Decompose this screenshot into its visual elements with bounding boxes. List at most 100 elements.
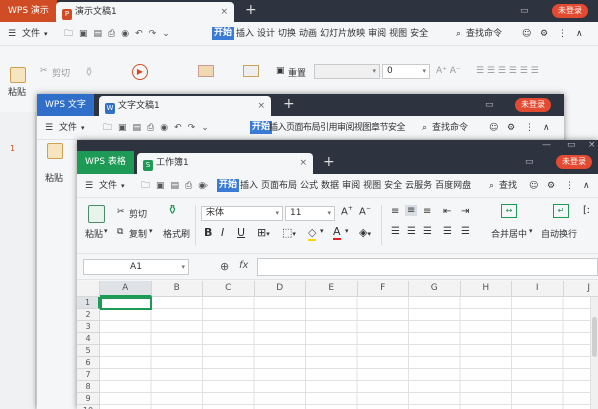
tab-cloud-service[interactable]: 云服务 — [405, 181, 432, 191]
border-icon[interactable]: ⊞▾ — [257, 226, 270, 239]
chevron-down-icon[interactable]: ▾ — [104, 227, 108, 235]
cell-area[interactable] — [100, 297, 590, 409]
tab-home[interactable]: 开始 — [212, 27, 235, 40]
tab-animation[interactable]: 动画 — [299, 29, 317, 39]
gear-icon[interactable]: ⚙ — [540, 22, 548, 46]
redo-icon[interactable]: ↷ — [188, 116, 196, 140]
column-header-j[interactable]: J — [563, 281, 598, 297]
font-grow-icon[interactable]: A+ — [341, 205, 353, 217]
font-size-combo[interactable]: 11 ▾ — [285, 206, 335, 221]
list-icon[interactable]: ☰ ☰ ☰ ☰ ☰ ☰ — [476, 66, 539, 76]
indent-increase-icon[interactable]: ⇥ — [461, 206, 469, 217]
minimize-icon[interactable]: — — [542, 140, 551, 156]
tab-data[interactable]: 数据 — [321, 181, 339, 191]
fill-pattern-icon[interactable]: ⬚▾ — [282, 226, 296, 239]
column-header-b[interactable]: B — [151, 281, 203, 297]
column-header-a[interactable]: A — [100, 281, 152, 297]
help-icon[interactable]: ☺ — [489, 116, 498, 140]
tab-view[interactable]: 视图 — [363, 181, 381, 191]
align-center-icon[interactable]: ☰ — [407, 226, 416, 237]
column-header-g[interactable]: G — [409, 281, 461, 297]
print-icon[interactable]: ⎙ — [147, 116, 154, 140]
menu-icon[interactable]: ☰ — [45, 116, 53, 140]
underline-button[interactable]: U — [237, 226, 245, 239]
align-right-icon[interactable]: ☰ — [423, 226, 432, 237]
tab-transition[interactable]: 切换 — [278, 29, 296, 39]
new-tab-icon[interactable]: + — [283, 94, 295, 116]
align-middle-icon[interactable]: ≡ — [405, 205, 418, 216]
play-icon[interactable]: ▶ — [132, 64, 148, 80]
bold-button[interactable]: B — [204, 226, 212, 239]
search-command[interactable]: 查找命令 — [432, 116, 468, 140]
preview-icon[interactable]: ◉ — [160, 116, 168, 140]
spreadsheet-app-tab[interactable]: WPS 表格 — [77, 151, 134, 174]
undo-icon[interactable]: ↶ — [174, 116, 182, 140]
font-grow-icon[interactable]: A⁺ A⁻ — [436, 66, 461, 76]
tab-formula[interactable]: 公式 — [300, 181, 318, 191]
search-icon[interactable]: ⌕ — [456, 22, 461, 46]
login-button[interactable]: 未登录 — [552, 4, 588, 18]
row-header-5[interactable]: 5 — [77, 345, 100, 357]
column-header-f[interactable]: F — [357, 281, 409, 297]
tab-baidu-netdisk[interactable]: 百度网盘 — [435, 181, 471, 191]
selected-cell-a1[interactable] — [100, 297, 152, 310]
row-header-1[interactable]: 1 — [77, 297, 100, 309]
merge-center-button[interactable]: 合并居中 — [491, 227, 527, 240]
paste-icon[interactable] — [10, 67, 26, 83]
scroll-thumb[interactable] — [592, 317, 597, 357]
paste-label[interactable]: 粘贴 — [8, 85, 26, 98]
close-icon[interactable]: × — [220, 2, 228, 22]
save-icon[interactable]: ▣ — [156, 174, 165, 198]
preview-icon[interactable]: ◉ — [121, 22, 129, 46]
row-header-6[interactable]: 6 — [77, 357, 100, 369]
row-header-8[interactable]: 8 — [77, 381, 100, 393]
open-icon[interactable]: 🗀 — [141, 174, 150, 198]
column-header-e[interactable]: E — [306, 281, 358, 297]
search-command[interactable]: 查找命令 — [466, 22, 502, 46]
italic-button[interactable]: I — [221, 226, 224, 239]
gear-icon[interactable]: ⚙ — [547, 174, 555, 198]
file-menu[interactable]: 文件 — [59, 116, 77, 140]
new-tab-icon[interactable]: + — [245, 0, 257, 22]
align-top-icon[interactable]: ≡ — [391, 206, 399, 217]
eraser-icon[interactable]: ◈▾ — [359, 226, 371, 239]
distributed-icon[interactable]: ☰ — [461, 226, 470, 237]
gear-icon[interactable]: ⚙ — [507, 116, 515, 140]
print-icon[interactable]: ⎙ — [108, 22, 115, 46]
format-painter-icon[interactable]: ⚱ — [84, 65, 94, 79]
collapse-icon[interactable]: ∧ — [583, 174, 590, 198]
formula-input[interactable] — [257, 258, 598, 276]
undo-icon[interactable]: ↶ — [135, 22, 143, 46]
align-bottom-icon[interactable]: ≡ — [423, 206, 431, 217]
tab-security[interactable]: 安全 — [410, 29, 428, 39]
reset-icon[interactable]: ▣ — [276, 66, 285, 76]
font-name-combo[interactable]: 宋体 ▾ — [201, 206, 283, 221]
tab-insert[interactable]: 插入 — [236, 29, 254, 39]
restore-icon[interactable]: ▭ — [485, 94, 494, 116]
tab-slideshow[interactable]: 幻灯片放映 — [320, 29, 365, 39]
login-button[interactable]: 未登录 — [556, 155, 592, 169]
copy-button[interactable]: 复制 — [129, 227, 147, 240]
menu-icon[interactable]: ☰ — [85, 174, 93, 198]
export-pdf-icon[interactable]: ▤ — [94, 22, 103, 46]
align-left-icon[interactable]: ☰ — [391, 226, 400, 237]
skin-icon[interactable]: ▭ — [525, 151, 534, 173]
zoom-icon[interactable]: ⊕ — [220, 260, 229, 273]
column-header-i[interactable]: I — [512, 281, 564, 297]
tab-review[interactable]: 审阅 — [342, 181, 360, 191]
menu-icon[interactable]: ☰ — [8, 22, 16, 46]
row-header-2[interactable]: 2 — [77, 309, 100, 321]
cut-label[interactable]: 剪切 — [52, 66, 70, 79]
restore-icon[interactable]: ▭ — [520, 0, 529, 22]
more-icon[interactable]: ⋮ — [558, 22, 567, 46]
collapse-icon[interactable]: ∧ — [576, 22, 583, 46]
column-header-h[interactable]: H — [460, 281, 512, 297]
tab-insert[interactable]: 插入 — [240, 181, 258, 191]
new-tab-icon[interactable]: + — [323, 152, 335, 174]
font-size-combo[interactable]: 0 ▾ — [382, 64, 430, 79]
more-ribbon-icon[interactable]: [ː — [583, 205, 590, 216]
chevron-down-icon[interactable]: ▾ — [149, 227, 153, 235]
font-name-combo[interactable]: ▾ — [314, 64, 380, 79]
more-icon[interactable]: ⌄ — [201, 116, 209, 140]
justify-icon[interactable]: ☰ — [443, 226, 452, 237]
